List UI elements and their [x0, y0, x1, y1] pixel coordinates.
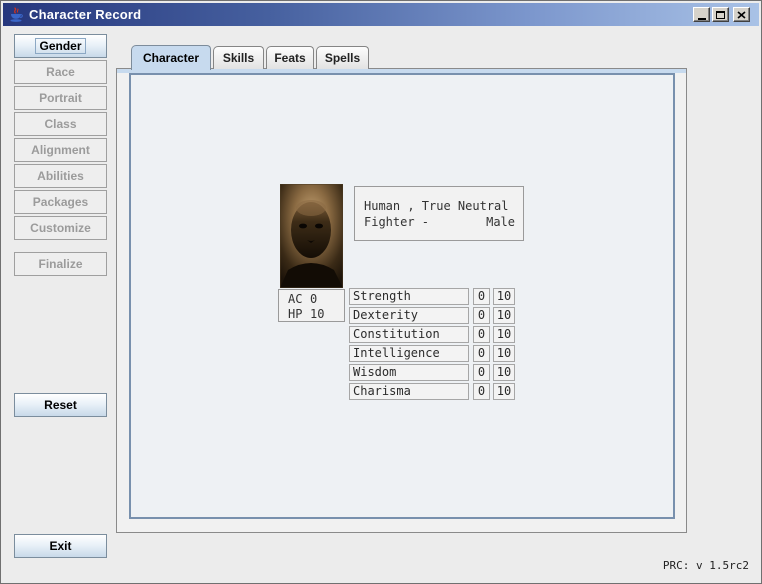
hp-line: HP 10 — [288, 307, 344, 322]
tab-spells[interactable]: Spells — [316, 46, 369, 69]
close-icon — [737, 11, 746, 19]
version-label: PRC: v 1.5rc2 — [663, 559, 749, 572]
character-summary-box: Human , True Neutral Fighter - Male — [354, 186, 524, 241]
race-button-label: Race — [46, 65, 75, 79]
ability-modifier: 0 — [473, 345, 490, 362]
tab-character-label: Character — [143, 51, 199, 65]
alignment-button[interactable]: Alignment — [14, 138, 107, 162]
ac-value: 0 — [310, 292, 317, 307]
exit-button[interactable]: Exit — [14, 534, 107, 558]
titlebar[interactable]: Character Record — [3, 3, 759, 26]
customize-button[interactable]: Customize — [14, 216, 107, 240]
packages-button[interactable]: Packages — [14, 190, 107, 214]
character-record-window: Character Record Gender Race Portrait Cl… — [0, 0, 762, 584]
minimize-button[interactable] — [693, 7, 710, 22]
character-portrait — [280, 184, 343, 288]
summary-gender: Male — [486, 214, 515, 230]
ability-name: Dexterity — [349, 307, 469, 324]
race-button[interactable]: Race — [14, 60, 107, 84]
ability-modifier: 0 — [473, 288, 490, 305]
tab-feats-label: Feats — [274, 51, 305, 65]
gender-button[interactable]: Gender — [14, 34, 107, 58]
class-button[interactable]: Class — [14, 112, 107, 136]
close-button[interactable] — [733, 7, 750, 22]
finalize-button-label: Finalize — [38, 257, 82, 271]
ability-name: Charisma — [349, 383, 469, 400]
ability-modifier: 0 — [473, 364, 490, 381]
ability-row-charisma: Charisma 0 10 — [349, 383, 515, 400]
ability-name: Wisdom — [349, 364, 469, 381]
ability-row-intelligence: Intelligence 0 10 — [349, 345, 515, 362]
ability-modifier: 0 — [473, 326, 490, 343]
exit-button-label: Exit — [49, 539, 71, 553]
tab-character[interactable]: Character — [131, 45, 211, 70]
hp-label: HP — [288, 307, 310, 322]
portrait-button-label: Portrait — [39, 91, 82, 105]
ac-label: AC — [288, 292, 310, 307]
ability-score: 10 — [493, 326, 515, 343]
maximize-button[interactable] — [712, 7, 729, 22]
tab-spells-label: Spells — [325, 51, 360, 65]
summary-race-alignment: Human , True Neutral — [364, 198, 515, 214]
tab-feats[interactable]: Feats — [266, 46, 314, 69]
abilities-button[interactable]: Abilities — [14, 164, 107, 188]
ability-row-dexterity: Dexterity 0 10 — [349, 307, 515, 324]
minimize-icon — [698, 18, 706, 20]
ability-row-constitution: Constitution 0 10 — [349, 326, 515, 343]
class-button-label: Class — [44, 117, 76, 131]
ability-name: Constitution — [349, 326, 469, 343]
maximize-icon — [716, 11, 725, 19]
hp-value: 10 — [310, 307, 324, 322]
ability-score: 10 — [493, 364, 515, 381]
summary-class-gender: Fighter - Male — [364, 214, 515, 230]
ability-score: 10 — [493, 288, 515, 305]
ability-row-strength: Strength 0 10 — [349, 288, 515, 305]
java-cup-icon — [8, 7, 24, 23]
ability-score: 10 — [493, 383, 515, 400]
ability-name: Intelligence — [349, 345, 469, 362]
window-title: Character Record — [29, 7, 141, 22]
ability-modifier: 0 — [473, 383, 490, 400]
alignment-button-label: Alignment — [31, 143, 90, 157]
gender-button-label: Gender — [35, 38, 85, 54]
tab-skills[interactable]: Skills — [213, 46, 264, 69]
ability-score: 10 — [493, 307, 515, 324]
ability-name: Strength — [349, 288, 469, 305]
finalize-button[interactable]: Finalize — [14, 252, 107, 276]
reset-button[interactable]: Reset — [14, 393, 107, 417]
abilities-button-label: Abilities — [37, 169, 84, 183]
packages-button-label: Packages — [33, 195, 88, 209]
tab-skills-label: Skills — [223, 51, 254, 65]
ability-row-wisdom: Wisdom 0 10 — [349, 364, 515, 381]
combat-stats-box: AC 0 HP 10 — [278, 289, 345, 322]
ac-line: AC 0 — [288, 292, 344, 307]
ability-score: 10 — [493, 345, 515, 362]
customize-button-label: Customize — [30, 221, 91, 235]
summary-class: Fighter - — [364, 214, 429, 230]
portrait-button[interactable]: Portrait — [14, 86, 107, 110]
reset-button-label: Reset — [44, 398, 77, 412]
ability-modifier: 0 — [473, 307, 490, 324]
